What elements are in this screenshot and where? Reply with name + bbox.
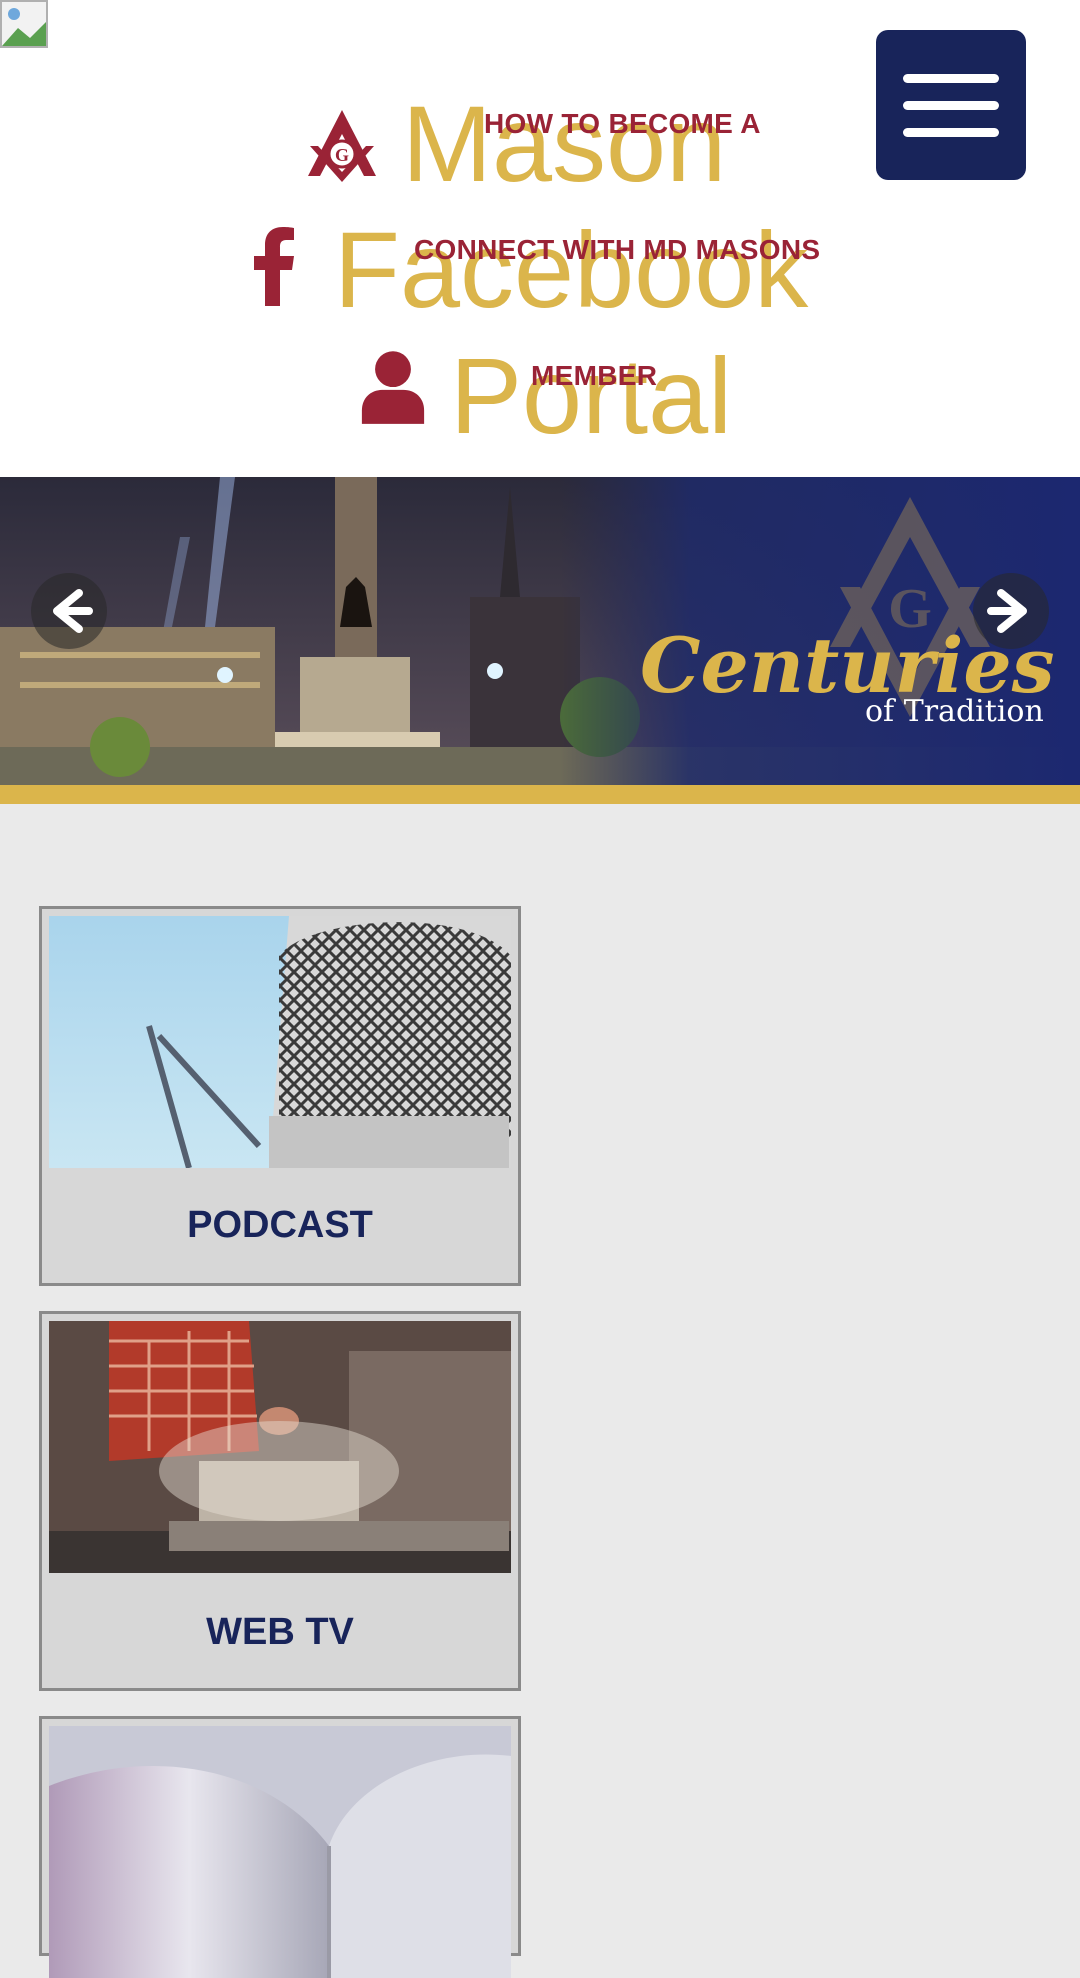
nav-big-word: Portal [450,335,733,456]
banner-sub-text: of Tradition [865,694,1044,729]
facebook-icon [254,227,294,306]
card-label: PODCAST [187,1204,373,1246]
arrow-right-icon [987,589,1027,633]
nav-label: CONNECT WITH MD MASONS [414,234,821,265]
svg-text:G: G [335,145,349,165]
card-label: WEB TV [206,1611,354,1653]
card-publication[interactable] [39,1716,521,1978]
nav-label: MEMBER [531,360,658,391]
nav-item-member-portal[interactable]: Portal MEMBER [0,332,1080,452]
hero-slide-image: G Centuries of Tradition [0,477,1080,785]
nav-label: HOW TO BECOME A [484,108,761,139]
square-compass-icon: G [308,110,376,182]
card-image-publication [49,1726,511,1978]
site-header: G Mason HOW TO BECOME A Facebook CONNECT… [0,0,1080,477]
nav-item-facebook[interactable]: Facebook CONNECT WITH MD MASONS [0,206,1080,324]
card-web-tv[interactable]: WEB TV [39,1311,521,1691]
nav-big-word: Facebook [334,209,809,330]
arrow-left-icon [53,589,93,633]
user-icon [361,351,425,424]
slider-next-button[interactable] [973,573,1049,649]
gold-divider [0,785,1080,804]
card-podcast[interactable]: PODCAST [39,906,521,1286]
nav-big-word: Mason [402,83,727,204]
nav-item-become-mason[interactable]: G Mason HOW TO BECOME A [0,80,1080,198]
card-image-web-tv [49,1321,511,1573]
slider-prev-button[interactable] [31,573,107,649]
hero-slider: G Centuries of Tradition [0,477,1080,785]
card-image-podcast [49,916,511,1168]
broken-image-icon [0,0,48,48]
